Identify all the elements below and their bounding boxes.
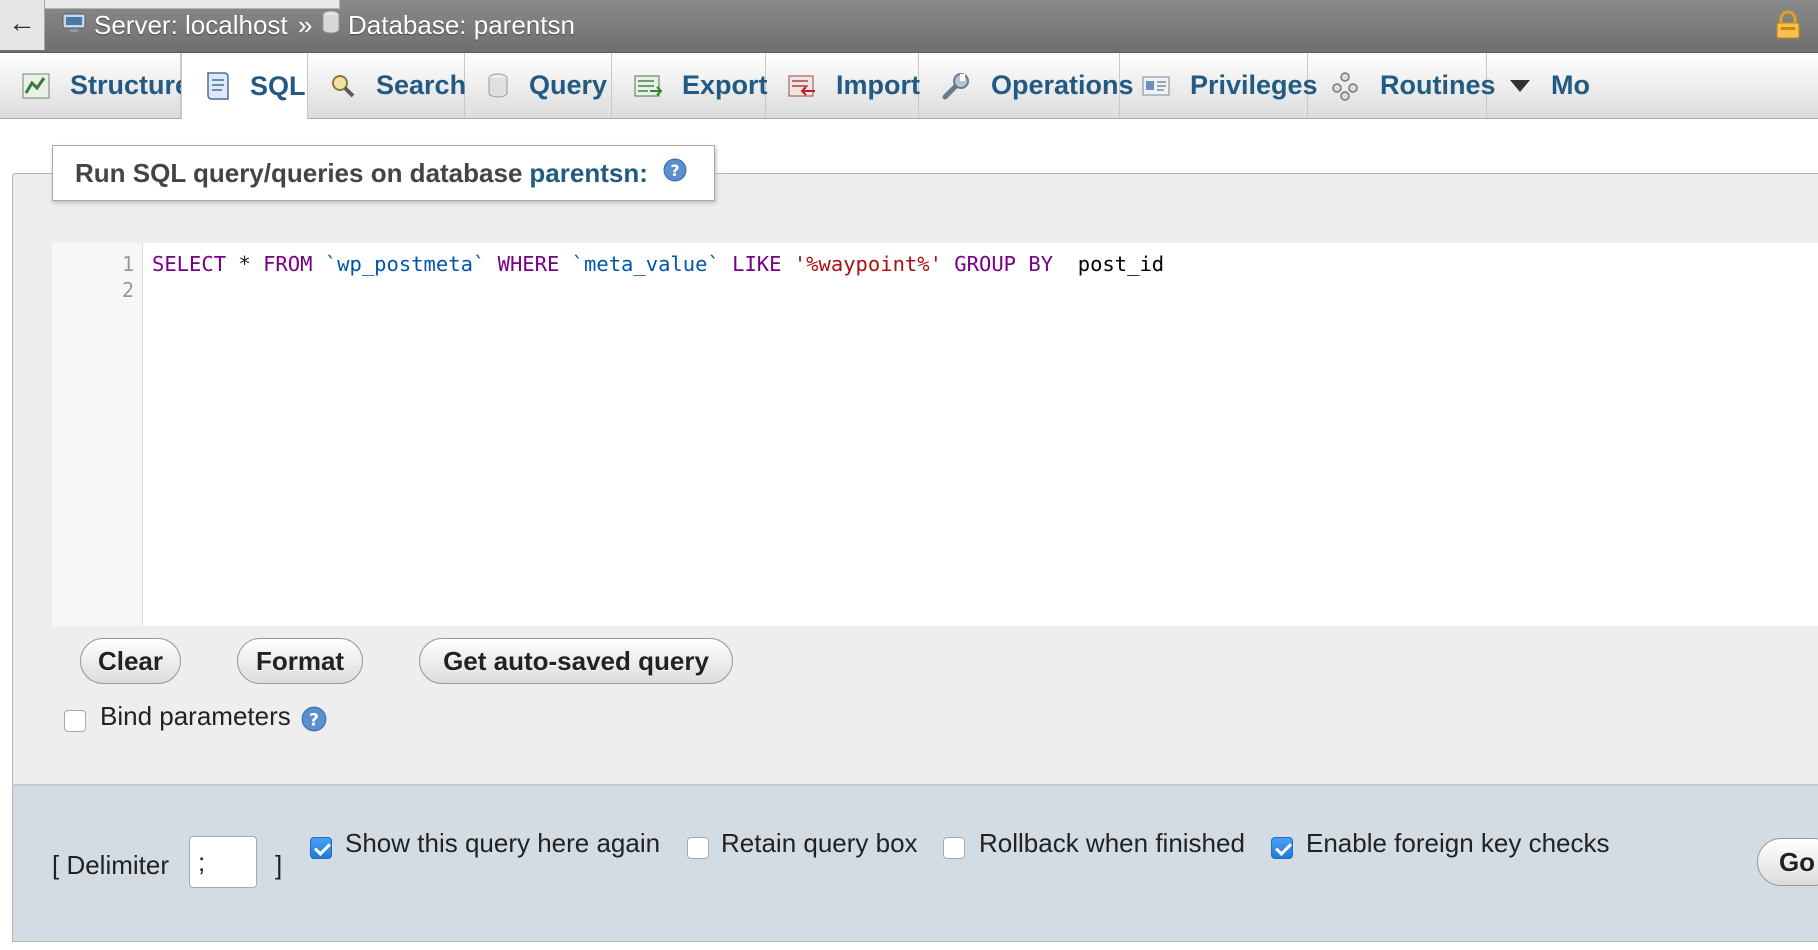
svg-text:?: ?: [309, 710, 319, 730]
sql-keyword: FROM: [263, 252, 313, 276]
panel-title-prefix: Run SQL query/queries on database: [75, 157, 523, 188]
sql-operator: *: [226, 252, 264, 276]
sql-space: [782, 252, 794, 276]
sql-identifier: `meta_value`: [571, 252, 720, 276]
breadcrumb-server-label: Server: localhost: [94, 9, 288, 40]
tab-more-label: Mo: [1551, 70, 1590, 100]
export-icon: [634, 73, 662, 99]
panel-title: Run SQL query/queries on database parent…: [52, 145, 715, 201]
delimiter-bracket: ]: [275, 850, 283, 880]
tab-export-label: Export: [682, 70, 768, 100]
sql-keyword: WHERE: [497, 252, 560, 276]
query-options-panel: [12, 784, 1818, 942]
show-query-label: Show this query here again: [345, 828, 661, 858]
tab-privileges[interactable]: Privileges: [1120, 53, 1318, 118]
rollback-label: Rollback when finished: [979, 828, 1245, 858]
delimiter-label: [ Delimiter: [52, 850, 170, 880]
help-icon[interactable]: ?: [300, 705, 328, 738]
sql-space: [485, 252, 497, 276]
editor-gutter: 1 2: [52, 243, 143, 626]
lock-icon[interactable]: [1774, 10, 1802, 45]
tab-privileges-label: Privileges: [1190, 70, 1318, 100]
retain-query-box-label: Retain query box: [721, 828, 918, 858]
database-icon: [322, 10, 340, 41]
retain-query-box-checkbox[interactable]: [687, 837, 709, 859]
sql-string: '%waypoint%': [793, 252, 942, 276]
tab-operations[interactable]: Operations: [919, 53, 1134, 118]
svg-text:?: ?: [670, 161, 679, 180]
bind-parameters-checkbox[interactable]: [64, 710, 86, 732]
tab-import[interactable]: Import: [766, 53, 920, 118]
format-button[interactable]: Format: [237, 638, 363, 684]
structure-icon: [22, 73, 50, 99]
sql-keyword: GROUP BY: [954, 252, 1054, 276]
server-icon: [62, 10, 86, 41]
routines-icon: [1330, 71, 1360, 101]
sql-space: [942, 252, 954, 276]
tab-query[interactable]: Query: [465, 53, 612, 118]
chevron-down-icon: [1509, 79, 1531, 93]
tab-search[interactable]: Search: [308, 53, 467, 118]
breadcrumb-database-label: Database: parentsn: [348, 9, 575, 40]
back-arrow-icon[interactable]: ←: [0, 0, 45, 50]
sql-column: post_id: [1077, 252, 1165, 276]
tab-menu: Structure SQL Search Query Export Import…: [0, 53, 1818, 119]
bind-parameters-label: Bind parameters: [100, 701, 291, 731]
tab-operations-label: Operations: [991, 70, 1134, 100]
go-button[interactable]: Go: [1757, 838, 1818, 886]
tab-structure[interactable]: Structure: [0, 53, 190, 118]
breadcrumb-separator: »: [298, 10, 313, 40]
tab-export[interactable]: Export: [612, 53, 768, 118]
tab-structure-label: Structure: [70, 70, 191, 100]
sql-space: [559, 252, 571, 276]
tab-routines-label: Routines: [1380, 70, 1496, 100]
sql-space: [1053, 252, 1078, 276]
top-breadcrumb-bar: ← Server: localhost » Database: parentsn: [0, 0, 1818, 53]
clear-button[interactable]: Clear: [80, 638, 181, 684]
foreign-key-checks-label: Enable foreign key checks: [1306, 828, 1610, 858]
tab-more[interactable]: Mo: [1487, 53, 1818, 118]
tab-query-label: Query: [529, 70, 608, 100]
get-autosaved-query-button[interactable]: Get auto-saved query: [419, 638, 733, 684]
sql-keyword: LIKE: [732, 252, 782, 276]
breadcrumb-server[interactable]: Server: localhost: [62, 8, 288, 42]
help-icon[interactable]: ?: [662, 157, 688, 190]
tab-routines[interactable]: Routines: [1308, 53, 1496, 118]
sql-keyword: SELECT: [152, 252, 227, 276]
sql-icon: [204, 71, 230, 101]
search-icon: [330, 73, 356, 99]
privileges-icon: [1142, 75, 1170, 97]
tab-sql[interactable]: SQL: [181, 53, 308, 119]
sql-space: [720, 252, 732, 276]
foreign-key-checks-checkbox[interactable]: [1271, 837, 1293, 859]
rollback-checkbox[interactable]: [943, 837, 965, 859]
query-icon: [487, 73, 509, 99]
tab-import-label: Import: [836, 70, 920, 100]
line-number: 2: [121, 278, 134, 302]
panel-title-db[interactable]: parentsn:: [529, 158, 647, 189]
breadcrumb-database[interactable]: Database: parentsn: [322, 8, 575, 42]
code-line: SELECT * FROM `wp_postmeta` WHERE `meta_…: [152, 252, 1164, 276]
sql-identifier: `wp_postmeta`: [324, 252, 486, 276]
sql-space: [312, 252, 324, 276]
wrench-icon: [941, 71, 971, 101]
show-query-checkbox[interactable]: [310, 837, 332, 859]
line-number: 1: [121, 252, 134, 276]
tab-search-label: Search: [376, 70, 467, 100]
import-icon: [788, 73, 816, 99]
sql-editor[interactable]: 1 2 SELECT * FROM `wp_postmeta` WHERE `m…: [52, 243, 1818, 626]
tab-sql-label: SQL: [250, 70, 306, 101]
delimiter-input[interactable]: ;: [189, 836, 257, 888]
